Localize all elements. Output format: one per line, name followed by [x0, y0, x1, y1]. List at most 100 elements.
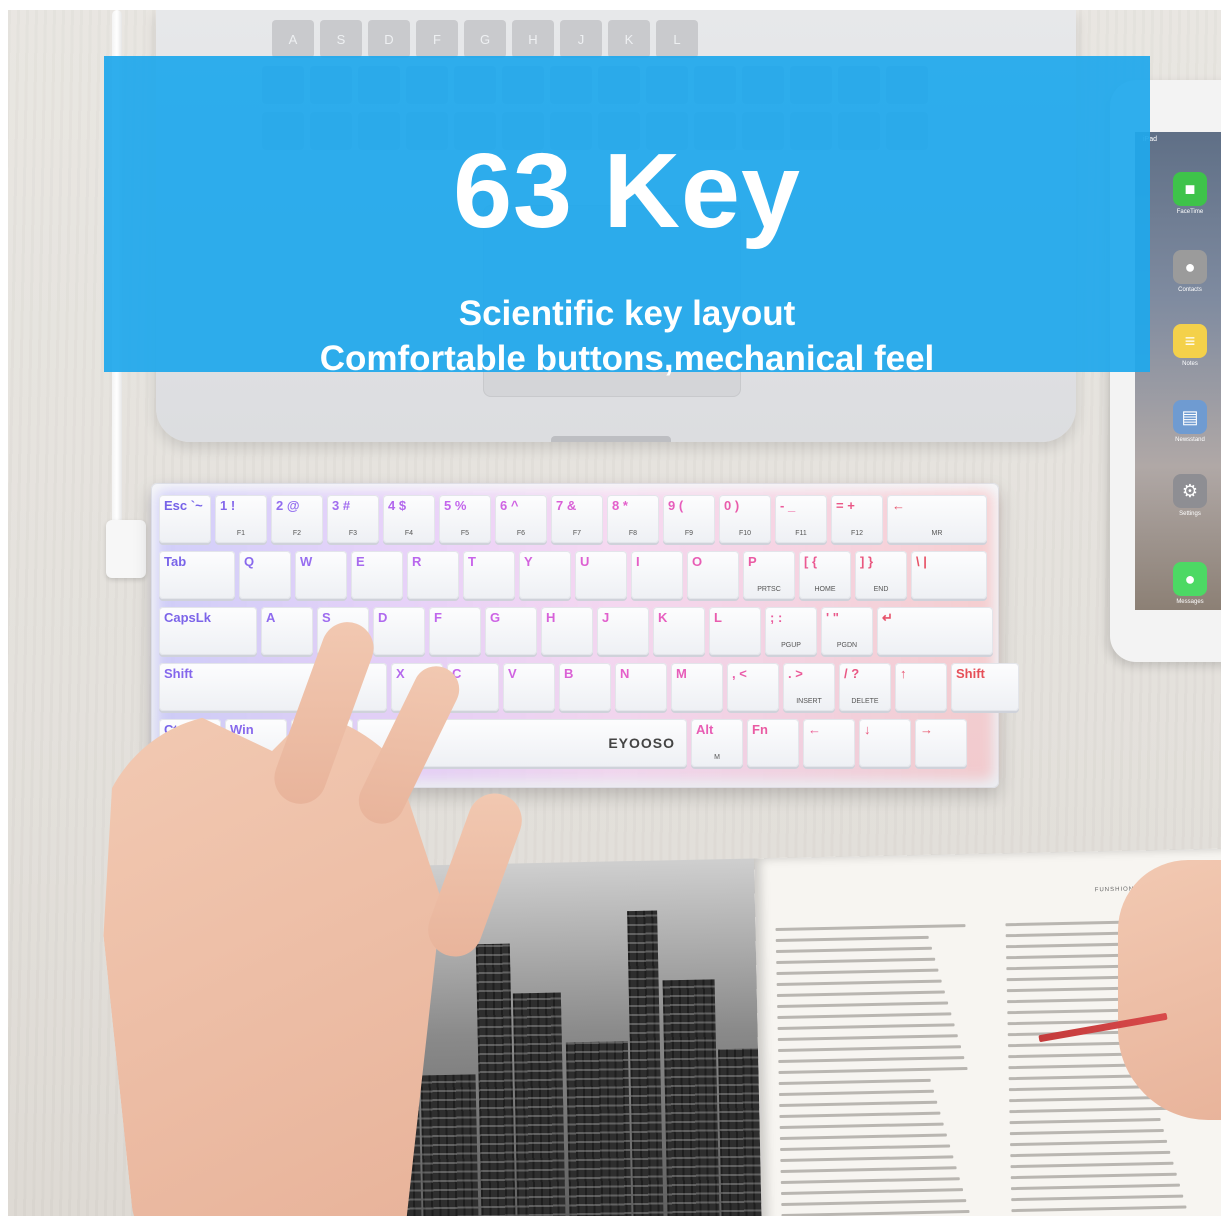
photo-scene: ASDFGHJKL iPad ■ FaceTime ● Contacts ≡ Notes ▤… [8, 10, 1221, 1216]
tablet-app-icon: ⚙ [1173, 474, 1207, 508]
key-legend: 6 ^ [500, 498, 519, 513]
book-text-line [1009, 1128, 1164, 1136]
book-text-line [779, 1122, 944, 1129]
key-legend: M [676, 666, 687, 681]
keyboard-key: CapsLk [159, 607, 257, 655]
key-legend: S [322, 610, 331, 625]
keyboard-key: F [429, 607, 481, 655]
key-sublegend: F5 [460, 530, 470, 537]
key-legend: B [564, 666, 574, 681]
book-text-line [1010, 1172, 1177, 1180]
city-building [718, 1048, 762, 1216]
book-text-line [775, 935, 929, 943]
key-legend: 5 % [444, 498, 467, 513]
laptop-key: H [512, 20, 554, 58]
book-text-line [779, 1111, 941, 1118]
keyboard-key: G [485, 607, 537, 655]
keyboard-key: U [575, 551, 627, 599]
key-legend: U [580, 554, 590, 569]
tablet-app-label: Contacts [1178, 287, 1202, 293]
key-legend: D [378, 610, 388, 625]
keyboard-key: 7 & F7 [551, 495, 603, 543]
key-legend: Tab [164, 554, 187, 569]
keyboard-key: R [407, 551, 459, 599]
key-legend: F [434, 610, 442, 625]
keyboard-key: Fn [747, 719, 799, 767]
tablet-app-label: Settings [1179, 511, 1201, 517]
keyboard-key: ↑ [895, 663, 947, 711]
keyboard-key: J [597, 607, 649, 655]
book-text-line [1010, 1139, 1168, 1147]
keyboard-key: 2 @ F2 [271, 495, 323, 543]
banner-title: 63 Key [453, 132, 801, 250]
key-sublegend: PRTSC [757, 586, 781, 593]
key-legend: [ { [804, 554, 817, 569]
right-hand [1118, 860, 1221, 1120]
tablet-app-label: FaceTime [1176, 209, 1204, 215]
keyboard-key: V [503, 663, 555, 711]
book-text-line [1010, 1150, 1171, 1158]
keyboard-key: . > INSERT [783, 663, 835, 711]
keyboard-key: B [559, 663, 611, 711]
key-sublegend: F11 [795, 530, 807, 537]
tablet-app-label: Newsstand [1175, 437, 1205, 443]
keyboard-key: ] } END [855, 551, 907, 599]
keyboard-key: A [261, 607, 313, 655]
key-legend: 0 ) [724, 498, 740, 513]
key-sublegend: PGUP [781, 642, 801, 649]
book-text-line [777, 1012, 952, 1020]
key-legend: 8 * [612, 498, 628, 513]
book-text-line [781, 1188, 964, 1195]
key-legend: E [356, 554, 365, 569]
key-legend: Esc `~ [164, 498, 203, 513]
key-legend: 9 ( [668, 498, 684, 513]
keyboard-key: ; : PGUP [765, 607, 817, 655]
laptop-key: S [320, 20, 362, 58]
laptop-key: A [272, 20, 314, 58]
keyboard-key: 1 ! F1 [215, 495, 267, 543]
key-sublegend: F10 [738, 530, 752, 537]
keyboard-key: ↓ [859, 719, 911, 767]
key-legend: Shift [164, 666, 193, 681]
book-text-line [1010, 1161, 1174, 1169]
tablet-app-icon: ■ [1173, 172, 1207, 206]
city-building [662, 979, 720, 1216]
key-sublegend: INSERT [796, 698, 822, 705]
keyboard-key: T [463, 551, 515, 599]
keyboard-key: M [671, 663, 723, 711]
key-legend: Fn [752, 722, 768, 737]
mechanical-keyboard: Esc `~ 1 ! F1 2 @ F2 3 # F3 4 $ F4 5 % F5 6 ^ F6 7 & F… [151, 483, 1019, 788]
key-legend: ↓ [864, 722, 871, 737]
book-text-line [778, 1078, 931, 1085]
laptop-key: F [416, 20, 458, 58]
key-legend: P [748, 554, 757, 569]
key-sublegend: M [714, 754, 720, 761]
key-legend: O [692, 554, 703, 569]
keyboard-key: ' " PGDN [821, 607, 873, 655]
key-legend: 4 $ [388, 498, 407, 513]
key-sublegend: F12 [850, 530, 864, 537]
key-legend: ↵ [882, 610, 893, 625]
keyboard-key: N [615, 663, 667, 711]
keyboard-key: E [351, 551, 403, 599]
keyboard-key: 5 % F5 [439, 495, 491, 543]
keyboard-key: Y [519, 551, 571, 599]
key-legend: CapsLk [164, 610, 211, 625]
key-legend: ' " [826, 610, 839, 625]
keyboard-key: W [295, 551, 347, 599]
laptop-key: K [608, 20, 650, 58]
keyboard-key: K [653, 607, 705, 655]
key-legend: - _ [780, 498, 796, 513]
key-legend: / ? [844, 666, 860, 681]
book-text-line [778, 1089, 934, 1096]
key-sublegend: F1 [236, 530, 246, 537]
keyboard-key: 4 $ F4 [383, 495, 435, 543]
keyboard-key: Shift [951, 663, 1019, 711]
key-legend: Q [244, 554, 255, 569]
key-legend: ; : [770, 610, 783, 625]
key-sublegend: HOME [814, 586, 836, 593]
keyboard-key: Tab [159, 551, 235, 599]
key-legend: Shift [956, 666, 985, 681]
banner-subtitle-line-1: Scientific key layout [458, 294, 796, 333]
key-sublegend: PGDN [836, 642, 858, 649]
